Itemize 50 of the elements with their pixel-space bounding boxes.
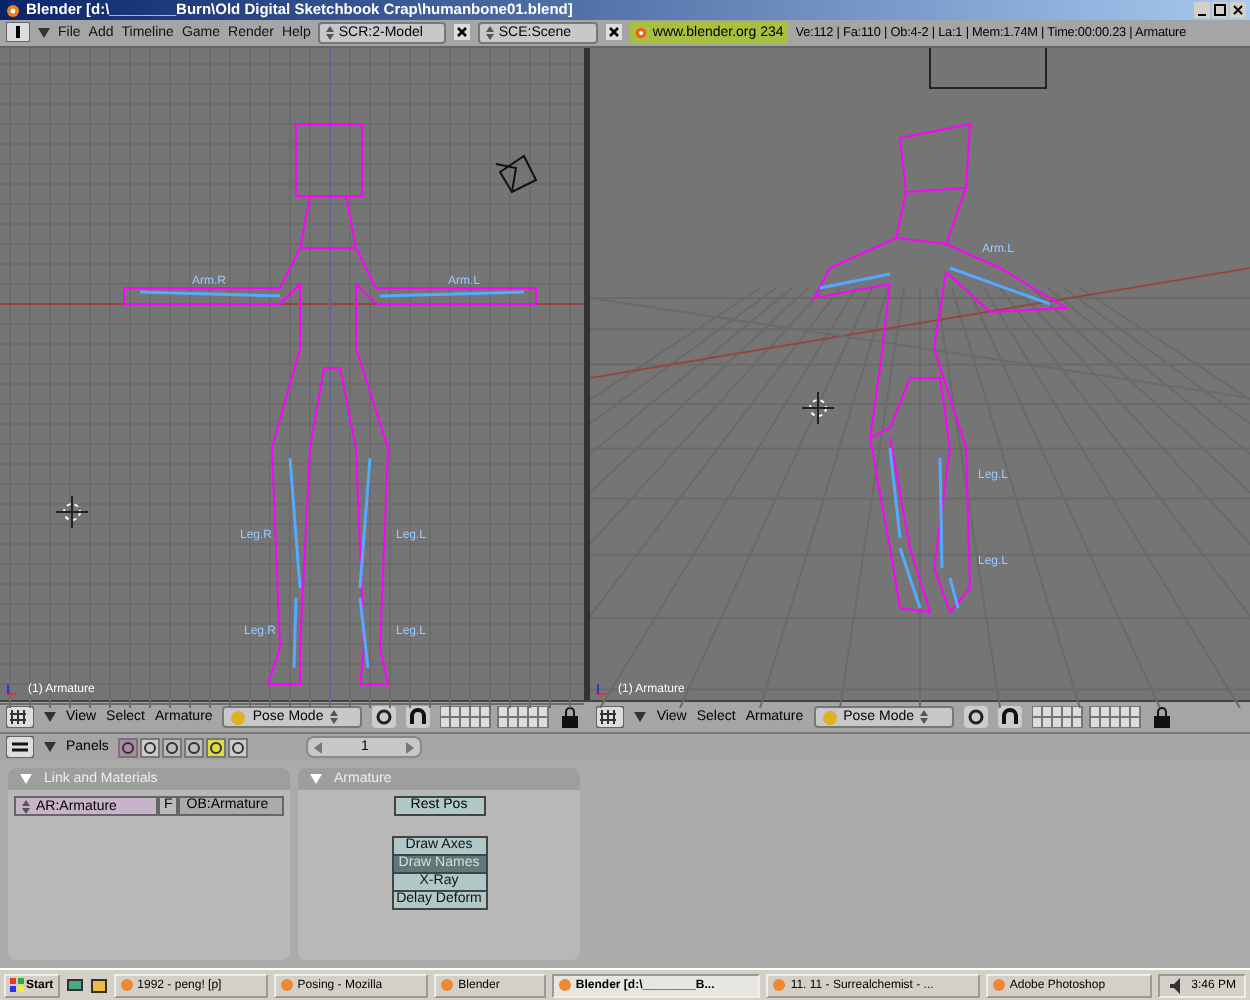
close-icon[interactable] <box>1230 1 1246 18</box>
layer-buttons[interactable] <box>1031 706 1144 729</box>
windows-logo-icon <box>10 978 24 993</box>
window-type-icon[interactable] <box>6 736 34 759</box>
lock-icon[interactable] <box>1153 706 1170 729</box>
collapse-triangle-icon[interactable] <box>20 774 32 785</box>
minimize-icon[interactable] <box>1194 1 1210 18</box>
app-logo-icon <box>634 25 649 40</box>
context-tab-icon[interactable] <box>118 737 139 758</box>
axis-icon <box>596 682 608 697</box>
grid-icon[interactable] <box>596 706 625 729</box>
updown-arrow-icon <box>486 25 495 40</box>
maximize-icon[interactable] <box>1212 1 1228 18</box>
lock-icon[interactable] <box>562 706 579 729</box>
close-icon[interactable] <box>454 24 471 41</box>
app-icon <box>279 978 294 993</box>
updown-arrow-icon <box>329 710 338 725</box>
close-icon[interactable] <box>606 24 623 41</box>
increment-arrow-icon[interactable] <box>406 741 415 754</box>
collapse-triangle-icon[interactable] <box>44 712 56 723</box>
3d-cursor-icon <box>801 390 835 425</box>
layer-buttons[interactable] <box>440 706 553 729</box>
updown-arrow-icon <box>22 799 30 814</box>
app-icon <box>557 978 572 993</box>
decrement-arrow-icon[interactable] <box>314 741 323 754</box>
grid-icon[interactable] <box>6 706 34 729</box>
collapse-triangle-icon[interactable] <box>310 774 322 785</box>
speaker-icon[interactable] <box>1167 977 1184 994</box>
collapse-triangle-icon[interactable] <box>38 27 50 38</box>
camera-icon <box>495 154 538 193</box>
app-icon <box>440 978 455 993</box>
axis-icon <box>6 682 18 697</box>
folder-icon[interactable] <box>89 976 108 995</box>
collapse-triangle-icon[interactable] <box>44 742 56 753</box>
desktop-icon[interactable] <box>65 976 84 995</box>
3d-cursor-icon <box>55 494 89 529</box>
context-tab-icon[interactable] <box>140 737 161 758</box>
context-tab-icon[interactable] <box>184 737 205 758</box>
context-tab-icon[interactable] <box>206 737 227 758</box>
magnet-icon[interactable] <box>406 706 431 729</box>
magnet-icon[interactable] <box>997 706 1022 729</box>
app-icon <box>119 978 134 993</box>
updown-arrow-icon <box>920 710 929 725</box>
collapse-triangle-icon[interactable] <box>634 712 647 723</box>
context-tab-icon[interactable] <box>228 737 249 758</box>
app-logo-icon <box>4 1 20 18</box>
app-icon <box>772 978 787 993</box>
context-tab-icon[interactable] <box>162 737 183 758</box>
app-icon <box>991 978 1006 993</box>
updown-arrow-icon <box>326 25 335 40</box>
